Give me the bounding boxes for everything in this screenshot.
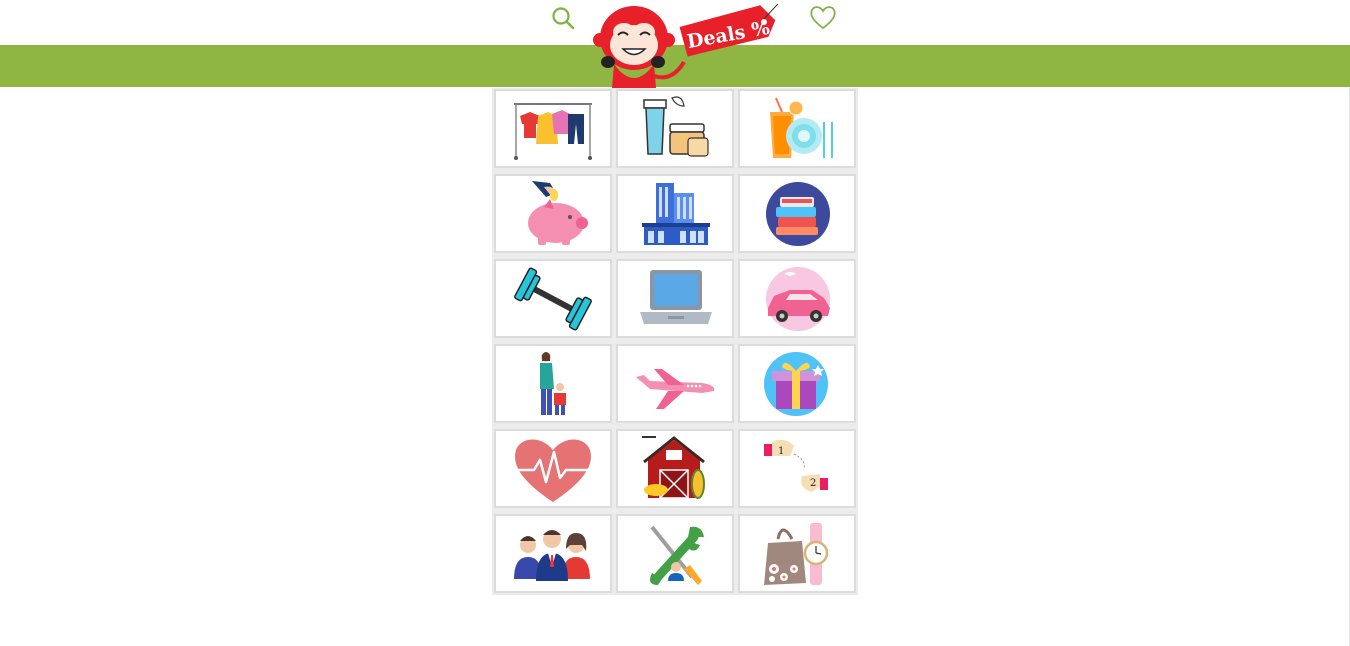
site-logo[interactable]: Deals % [592,2,782,88]
piggy-bank-icon [528,180,588,245]
car-icon [766,266,830,331]
category-tile-jobs[interactable] [494,514,612,593]
category-tile-travel[interactable] [616,344,734,423]
category-tile-savings[interactable] [494,174,612,253]
cosmetics-icon [643,95,709,157]
category-tile-services[interactable]: 1 2 [738,429,856,508]
people-group-icon [514,529,590,581]
category-tile-books[interactable] [738,174,856,253]
category-tile-family[interactable] [494,344,612,423]
favorites-button[interactable] [808,3,838,31]
search-button[interactable] [549,4,577,32]
category-tile-health[interactable] [494,429,612,508]
category-tile-fitness[interactable] [494,259,612,338]
category-tile-clothing[interactable] [494,89,612,168]
airplane-icon [636,368,715,409]
buildings-icon [642,182,710,245]
tools-icon [650,525,704,585]
category-tile-agriculture[interactable] [616,429,734,508]
category-tile-repairs[interactable] [616,514,734,593]
bag-watch-icon [764,522,829,585]
heart-icon [810,6,836,30]
heartbeat-icon [514,438,592,502]
svg-text:2: 2 [810,478,816,489]
category-tile-food[interactable] [738,89,856,168]
food-drink-icon [770,97,833,158]
search-icon [552,7,575,30]
mother-child-icon [540,351,566,415]
laptop-icon [640,269,712,324]
category-grid: 1 2 [492,88,858,595]
books-icon [766,181,830,246]
category-tile-cosmetics[interactable] [616,89,734,168]
category-tile-fashion[interactable] [738,514,856,593]
category-tile-realestate[interactable] [616,174,734,253]
svg-text:1: 1 [778,446,784,457]
gift-icon [764,351,828,416]
barn-icon [642,435,705,499]
dumbbell-icon [514,267,592,330]
clothing-rack-icon [514,102,592,160]
category-tile-gifts[interactable] [738,344,856,423]
category-tile-cars[interactable] [738,259,856,338]
handshake-steps-icon: 1 2 [764,439,828,492]
category-tile-electronics[interactable] [616,259,734,338]
monkey-logo-icon: Deals % [593,3,779,88]
